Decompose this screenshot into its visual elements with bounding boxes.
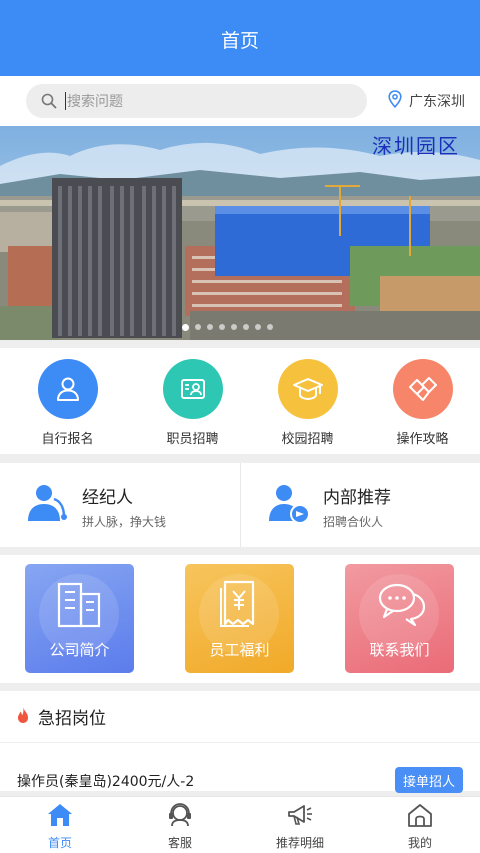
quick-campus-recruit[interactable]: 校园招聘 xyxy=(250,348,365,454)
take-order-button[interactable]: 接单招人 xyxy=(395,767,463,793)
carousel-dot[interactable] xyxy=(207,324,213,330)
quick-actions: 自行报名 职员招聘 校园招聘 操作攻略 xyxy=(0,348,480,454)
quick-guide[interactable]: 操作攻略 xyxy=(365,348,480,454)
tab-referral-details[interactable]: 推荐明细 xyxy=(240,797,360,853)
building-icon xyxy=(55,578,103,634)
company-intro-card[interactable]: 公司简介 xyxy=(25,564,134,673)
tab-label: 客服 xyxy=(167,836,192,850)
carousel-dot[interactable] xyxy=(219,324,225,330)
bottom-tab-bar: 首页 客服 推荐明细 我的 xyxy=(0,796,480,853)
text-cursor xyxy=(65,92,66,110)
page-title: 首页 xyxy=(220,29,259,52)
search-row: 搜索问题 广东深圳 xyxy=(0,76,480,126)
top-bar: 首页 xyxy=(0,0,480,76)
profile-home-icon xyxy=(406,802,434,832)
quick-label: 职员招聘 xyxy=(166,432,219,447)
tab-label: 我的 xyxy=(407,836,432,850)
contact-us-label: 联系我们 xyxy=(369,641,430,659)
feature-cards: 公司简介 员工福利 联系我们 xyxy=(0,555,480,683)
home-icon xyxy=(46,802,74,832)
carousel-dot[interactable] xyxy=(195,324,201,330)
megaphone-icon xyxy=(286,802,314,832)
employee-welfare-label: 员工福利 xyxy=(209,641,270,659)
employee-welfare-card[interactable]: 员工福利 xyxy=(185,564,294,673)
carousel-dot[interactable] xyxy=(267,324,273,330)
job-title: 操作员(秦皇岛)2400元/人-2 xyxy=(17,774,195,790)
company-intro-label: 公司简介 xyxy=(49,641,110,659)
carousel-dot[interactable] xyxy=(243,324,249,330)
referral-card[interactable]: 内部推荐 招聘合伙人 xyxy=(240,463,480,547)
tab-home[interactable]: 首页 xyxy=(0,797,120,853)
referral-icon xyxy=(267,481,311,529)
carousel-indicator xyxy=(182,324,273,331)
user-icon xyxy=(37,359,98,419)
location-pin-icon xyxy=(388,90,402,112)
carousel-dot[interactable] xyxy=(231,324,237,330)
search-input[interactable]: 搜索问题 xyxy=(26,84,367,118)
chat-bubbles-icon xyxy=(375,578,427,634)
location-selector[interactable]: 广东深圳 xyxy=(388,90,465,112)
carousel-dot[interactable] xyxy=(182,324,189,331)
quick-label: 校园招聘 xyxy=(281,432,334,447)
yuan-receipt-icon xyxy=(215,578,263,634)
graduation-cap-icon xyxy=(277,359,338,419)
location-label: 广东深圳 xyxy=(409,94,465,110)
tab-label: 首页 xyxy=(47,836,72,850)
referral-title: 内部推荐 xyxy=(323,488,391,508)
agent-subtitle: 拼人脉，挣大钱 xyxy=(82,515,167,529)
agent-title: 经纪人 xyxy=(82,488,133,508)
tab-customer-service[interactable]: 客服 xyxy=(120,797,240,853)
search-icon xyxy=(41,93,57,109)
search-placeholder: 搜索问题 xyxy=(67,94,123,110)
quick-label: 操作攻略 xyxy=(396,432,449,447)
quick-self-signup[interactable]: 自行报名 xyxy=(0,348,135,454)
contact-us-card[interactable]: 联系我们 xyxy=(345,564,454,673)
quick-label: 自行报名 xyxy=(41,432,94,447)
headset-icon xyxy=(166,802,194,832)
agent-icon xyxy=(26,481,70,529)
tab-label: 推荐明细 xyxy=(275,836,324,850)
handshake-icon xyxy=(392,359,453,419)
tab-profile[interactable]: 我的 xyxy=(360,797,480,853)
banner-caption: 深圳园区 xyxy=(372,134,460,158)
agent-card[interactable]: 经纪人 拼人脉，挣大钱 xyxy=(0,463,240,547)
id-card-icon xyxy=(162,359,223,419)
carousel-dot[interactable] xyxy=(255,324,261,330)
referral-subtitle: 招聘合伙人 xyxy=(323,515,384,529)
job-list-item[interactable]: 操作员(秦皇岛)2400元/人-2 接单招人 xyxy=(0,691,480,793)
quick-staff-recruit[interactable]: 职员招聘 xyxy=(135,348,250,454)
banner-carousel[interactable]: 深圳园区 xyxy=(0,126,480,340)
agent-section: 经纪人 拼人脉，挣大钱 内部推荐 招聘合伙人 xyxy=(0,463,480,547)
